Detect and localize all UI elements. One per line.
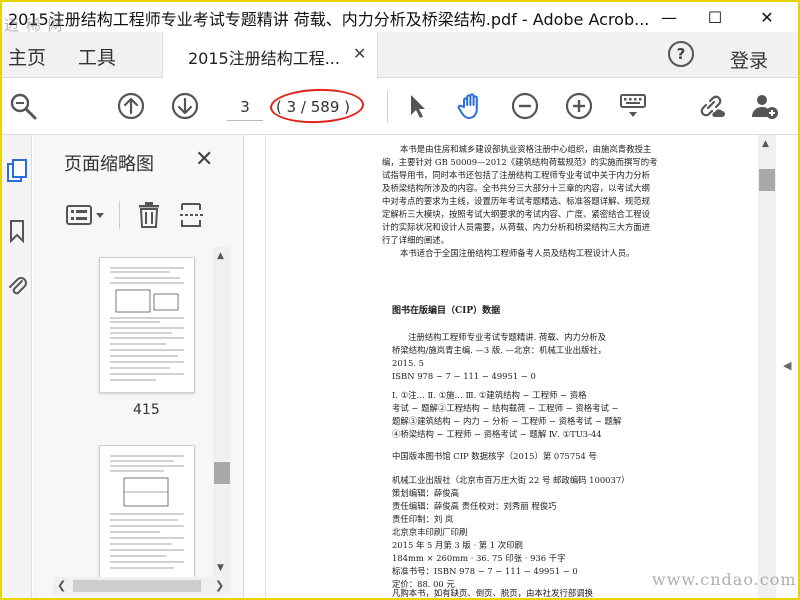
hand-tool-icon[interactable] xyxy=(456,91,486,121)
page-thumbnail[interactable] xyxy=(99,445,195,577)
classification-line: 题解③建筑结构 − 内力 − 分析 − 工程师 − 资格考试 − 题解 xyxy=(392,416,622,426)
page-thumbnails-icon[interactable] xyxy=(6,159,28,183)
thumbnail-scroll-thumb[interactable] xyxy=(214,462,230,484)
help-button[interactable]: ? xyxy=(668,41,694,67)
app-window: 2015注册结构工程师专业考试专题精讲 荷载、内力分析及桥梁结构.pdf - A… xyxy=(0,0,800,600)
cip-heading: 图书在版编目（CIP）数据 xyxy=(392,306,501,316)
window-title: 2015注册结构工程师专业考试专题精讲 荷载、内力分析及桥梁结构.pdf - A… xyxy=(8,10,650,29)
thumbnail-vertical-scrollbar[interactable]: ▲ ▼ xyxy=(213,247,231,577)
zoom-search-icon[interactable] xyxy=(8,91,38,121)
thumbnail-panel: 页面缩略图 ✕ 415 ▲ ▼ ❮ ❯ xyxy=(33,135,244,598)
intro-line: 计的实际状况和设计人员需要，从荷载、内力分析和桥梁结构三大方面进 xyxy=(382,222,650,232)
cip-line: ISBN 978 − 7 − 111 − 49951 − 0 xyxy=(392,371,536,381)
thumbnail-panel-close-icon[interactable]: ✕ xyxy=(195,147,213,172)
minimize-button[interactable]: — xyxy=(646,2,692,32)
zoom-out-icon[interactable] xyxy=(510,91,540,121)
document-tab-close-icon[interactable]: ✕ xyxy=(353,44,366,63)
publisher-line: 2015 年 5 月第 3 版 · 第 1 次印刷 xyxy=(392,540,523,550)
watermark-bottom: www.cndao.com xyxy=(652,570,797,589)
intro-line: 本书适合于全国注册结构工程师备考人员及结构工程设计人员。 xyxy=(400,248,635,258)
footer-line: 凡购本书，如有缺页、倒页、脱页，由本社发行部调换 xyxy=(392,588,593,598)
document-tab-label: 2015注册结构工程... xyxy=(188,49,340,68)
thumbnail-horizontal-scrollbar[interactable]: ❮ ❯ xyxy=(53,577,231,595)
classification-line: Ⅰ. ①注… Ⅱ. ①施… Ⅲ. ①建筑结构 − 工程师 − 资格 xyxy=(392,390,587,400)
expand-right-pane-icon[interactable]: ◀ xyxy=(783,359,791,372)
extract-page-icon[interactable] xyxy=(179,201,209,229)
attachment-icon[interactable] xyxy=(6,273,28,297)
select-cursor-icon[interactable] xyxy=(402,91,432,121)
cip-line: 注册结构工程师专业考试专题精讲. 荷载、内力分析及 xyxy=(408,332,606,342)
maximize-button[interactable]: ☐ xyxy=(692,2,738,32)
publisher-line: 责任编辑：薛俊高 责任校对：刘秀丽 程俊巧 xyxy=(392,501,557,511)
intro-line: 本书是由住房和城乡建设部执业资格注册中心组织，由施岚青教授主 xyxy=(400,144,652,154)
intro-line: 编，主要针对 GB 50009—2012《建筑结构荷载规范》的实施而撰写的考 xyxy=(382,157,658,167)
publisher-line: 机械工业出版社（北京市百万庄大街 22 号 邮政编码 100037） xyxy=(392,475,630,485)
zoom-in-icon[interactable] xyxy=(564,91,594,121)
thumbnail-hscroll-thumb[interactable] xyxy=(73,580,201,592)
publisher-line: 184mm × 260mm · 36. 75 印张 · 936 千字 xyxy=(392,553,566,563)
doc-scroll-up-arrow-icon[interactable]: ▲ xyxy=(762,139,769,149)
tools-menu[interactable]: 工具 xyxy=(78,43,116,70)
intro-line: 定解析三大模块，按照考试大纲要求的考试内容、广度、紧密结合工程设 xyxy=(382,209,650,219)
thumbnail-panel-title: 页面缩略图 xyxy=(64,154,154,175)
intro-line: 及桥梁结构所涉及的内容。全书共分三大部分十三章的内容，以考试大纲 xyxy=(382,183,650,193)
home-menu[interactable]: 主页 xyxy=(8,43,46,70)
previous-page-icon[interactable] xyxy=(116,91,146,121)
title-bar: 2015注册结构工程师专业考试专题精讲 荷载、内力分析及桥梁结构.pdf - A… xyxy=(2,2,798,34)
publisher-line: 策划编辑：薛俊高 xyxy=(392,488,459,498)
delete-page-icon[interactable] xyxy=(137,201,161,229)
thumbnail-toolbar-divider xyxy=(119,201,120,229)
cip-number: 中国版本图书馆 CIP 数据核字（2015）第 075754 号 xyxy=(392,451,597,461)
document-vertical-scrollbar[interactable]: ▲ xyxy=(758,135,776,598)
document-viewer: 本书是由住房和城乡建设部执业资格注册中心组织，由施岚青教授主 编，主要针对 GB… xyxy=(245,135,798,598)
thumbnail-preview xyxy=(110,267,184,381)
document-page: 本书是由住房和城乡建设部执业资格注册中心组织，由施岚青教授主 编，主要针对 GB… xyxy=(265,135,745,598)
close-window-button[interactable]: ✕ xyxy=(744,2,790,32)
cip-line: 2015. 5 xyxy=(392,358,424,368)
scroll-right-arrow-icon[interactable]: ❯ xyxy=(215,579,224,592)
keyboard-scroll-icon[interactable] xyxy=(618,91,648,121)
login-button[interactable]: 登录 xyxy=(730,46,768,73)
cloud-link-icon[interactable] xyxy=(696,91,726,121)
next-page-icon[interactable] xyxy=(170,91,200,121)
intro-line: 试指导用书，同时本书还包括了注册结构工程师专业考试中关于内力分析 xyxy=(382,170,650,180)
intro-line: 行了详细的阐述。 xyxy=(382,235,449,245)
page-number-input[interactable] xyxy=(227,93,263,121)
toolbar: ( 3 / 589 ) xyxy=(2,79,798,135)
document-scroll-thumb[interactable] xyxy=(759,169,775,191)
classification-line: 考试 − 题解②工程结构 − 结构载荷 − 工程师 − 资格考试 − xyxy=(392,403,619,413)
toolbar-divider xyxy=(387,91,388,123)
menu-bar: 主页 工具 2015注册结构工程... ✕ ? 登录 xyxy=(2,32,798,78)
thumbnail-page-number: 415 xyxy=(133,402,160,418)
scroll-down-arrow-icon[interactable]: ▼ xyxy=(217,563,224,573)
intro-line: 中对考点的要求为主线，设置历年考试考题精选、标准答题详解、规范规 xyxy=(382,196,650,206)
publisher-line: 北京京丰印刷厂印刷 xyxy=(392,527,468,537)
add-user-icon[interactable] xyxy=(750,91,780,121)
publisher-line: 责任印制：刘 岚 xyxy=(392,514,454,524)
bookmark-icon[interactable] xyxy=(6,219,28,243)
scroll-left-arrow-icon[interactable]: ❮ xyxy=(57,579,66,592)
document-tab[interactable]: 2015注册结构工程... ✕ xyxy=(162,32,378,78)
thumbnail-toolbar xyxy=(33,193,244,237)
page-thumbnail[interactable] xyxy=(99,257,195,393)
right-pane-toggle[interactable]: ◀ xyxy=(778,135,798,598)
classification-line: ④桥梁结构 − 工程师 − 资格考试 − 题解 Ⅳ. ①TU3-44 xyxy=(392,429,602,439)
publisher-line: 标准书号：ISBN 978 − 7 − 111 − 49951 − 0 xyxy=(392,566,578,576)
annotation-ellipse xyxy=(269,87,365,125)
left-nav-rail xyxy=(2,135,32,598)
scroll-up-arrow-icon[interactable]: ▲ xyxy=(217,251,224,261)
cip-line: 桥梁结构/施岚青主编. —3 版. —北京：机械工业出版社， xyxy=(392,345,607,355)
thumbnail-options-icon[interactable] xyxy=(66,203,108,227)
thumbnail-preview xyxy=(110,455,184,569)
